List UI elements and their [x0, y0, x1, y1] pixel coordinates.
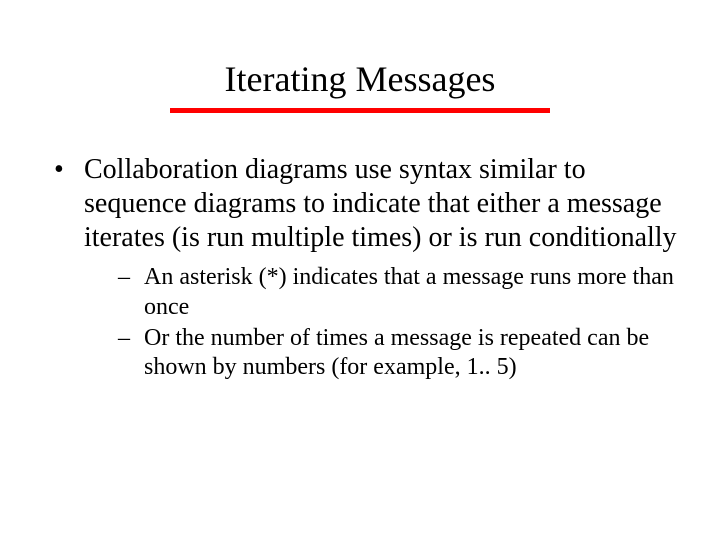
slide: Iterating Messages Collaboration diagram… — [0, 0, 720, 540]
sub-bullet-1: An asterisk (*) indicates that a message… — [84, 263, 680, 322]
bullet-list: Collaboration diagrams use syntax simila… — [40, 153, 680, 383]
sub-bullet-list: An asterisk (*) indicates that a message… — [84, 263, 680, 382]
bullet-main: Collaboration diagrams use syntax simila… — [40, 153, 680, 383]
sub-bullet-2: Or the number of times a message is repe… — [84, 324, 680, 383]
slide-title: Iterating Messages — [0, 0, 720, 100]
bullet-main-text: Collaboration diagrams use syntax simila… — [84, 154, 677, 253]
slide-body: Collaboration diagrams use syntax simila… — [0, 113, 720, 383]
